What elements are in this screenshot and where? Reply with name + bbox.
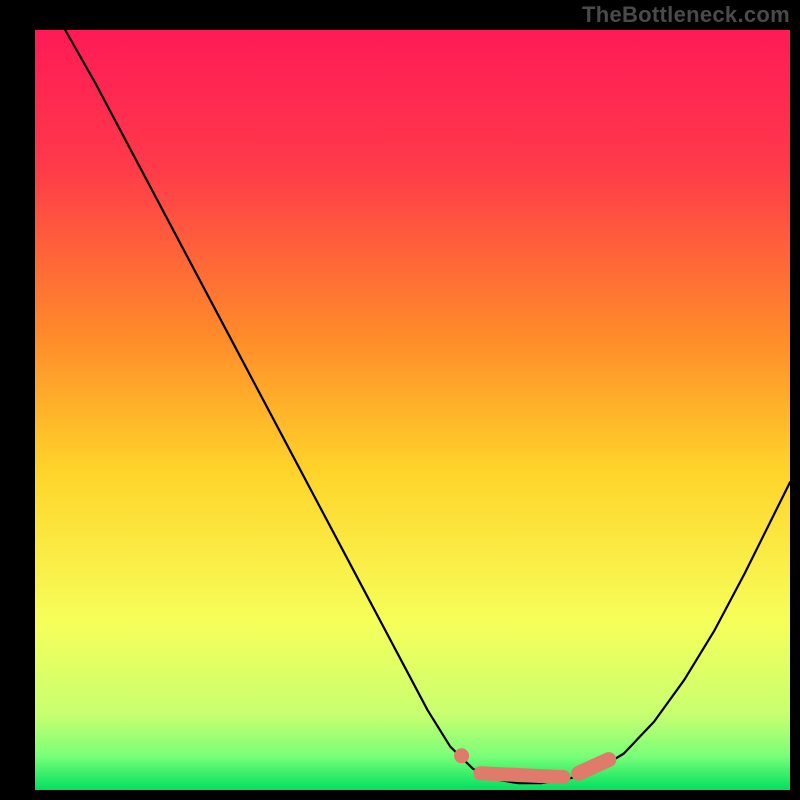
bottleneck-chart (0, 0, 800, 800)
marker-left-dot (454, 748, 469, 763)
plot-background (35, 30, 790, 790)
marker-flat-segment (480, 773, 563, 777)
chart-canvas: TheBottleneck.com (0, 0, 800, 800)
watermark-text: TheBottleneck.com (582, 2, 790, 28)
